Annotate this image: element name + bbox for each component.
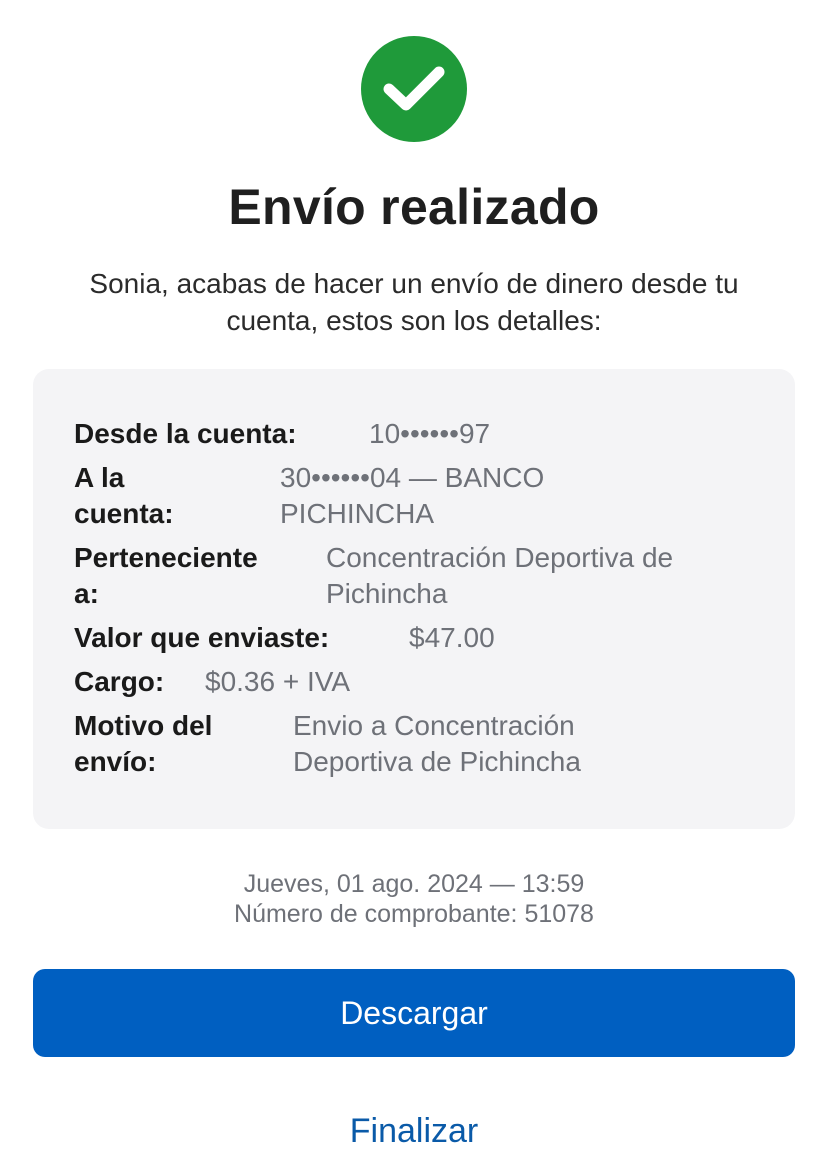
download-button[interactable]: Descargar bbox=[33, 969, 795, 1057]
finish-link[interactable]: Finalizar bbox=[0, 1112, 828, 1151]
owner-label-line1: Perteneciente bbox=[74, 542, 258, 573]
reason-value-line1: Envio a Concentración bbox=[293, 710, 575, 741]
reason-value-line2: Deportiva de Pichincha bbox=[293, 746, 581, 777]
transaction-datetime: Jueves, 01 ago. 2024 — 13:59 bbox=[243, 870, 585, 898]
reason-label-line2: envío: bbox=[74, 746, 157, 777]
fee-label: Cargo: bbox=[74, 666, 165, 697]
to-account-value-line2: PICHINCHA bbox=[280, 498, 435, 529]
owner-value-line2: Pichincha bbox=[326, 578, 448, 609]
amount-value: $47.00 bbox=[409, 622, 495, 653]
receipt-number: Número de comprobante: 51078 bbox=[234, 900, 594, 928]
page-subtitle: Sonia, acabas de hacer un envío de diner… bbox=[89, 268, 739, 336]
detail-row-amount: Valor que enviaste: $47.00 bbox=[74, 620, 495, 656]
owner-label: Perteneciente a: bbox=[74, 540, 326, 612]
detail-row-reason: Motivo del envío: Envio a Concentración … bbox=[74, 708, 581, 780]
from-account-value: 10••••••97 bbox=[369, 418, 491, 449]
checkmark-icon bbox=[383, 66, 445, 111]
owner-value: Concentración Deportiva de Pichincha bbox=[326, 540, 673, 612]
to-account-value: 30••••••04 — BANCO PICHINCHA bbox=[280, 460, 544, 532]
detail-row-fee: Cargo: $0.36 + IVA bbox=[74, 664, 350, 700]
to-account-label-line2: cuenta: bbox=[74, 498, 174, 529]
fee-value: $0.36 + IVA bbox=[205, 666, 351, 697]
amount-label: Valor que enviaste: bbox=[74, 622, 330, 653]
owner-label-line2: a: bbox=[74, 578, 99, 609]
reason-value: Envio a Concentración Deportiva de Pichi… bbox=[293, 708, 581, 780]
detail-row-from-account: Desde la cuenta: 10••••••97 bbox=[74, 416, 490, 452]
check-circle-icon bbox=[361, 36, 467, 142]
page-title: Envío realizado bbox=[228, 179, 600, 235]
reason-label-line1: Motivo del bbox=[74, 710, 213, 741]
detail-row-owner: Perteneciente a: Concentración Deportiva… bbox=[74, 540, 673, 612]
detail-row-to-account: A la cuenta: 30••••••04 — BANCO PICHINCH… bbox=[74, 460, 544, 532]
to-account-label: A la cuenta: bbox=[74, 460, 280, 532]
owner-value-line1: Concentración Deportiva de bbox=[326, 542, 674, 573]
to-account-label-line1: A la bbox=[74, 462, 125, 493]
to-account-value-line1: 30••••••04 — BANCO bbox=[280, 462, 545, 493]
reason-label: Motivo del envío: bbox=[74, 708, 293, 780]
transfer-details-card: Desde la cuenta: 10••••••97 A la cuenta:… bbox=[33, 369, 795, 829]
from-account-label: Desde la cuenta: bbox=[74, 418, 297, 449]
